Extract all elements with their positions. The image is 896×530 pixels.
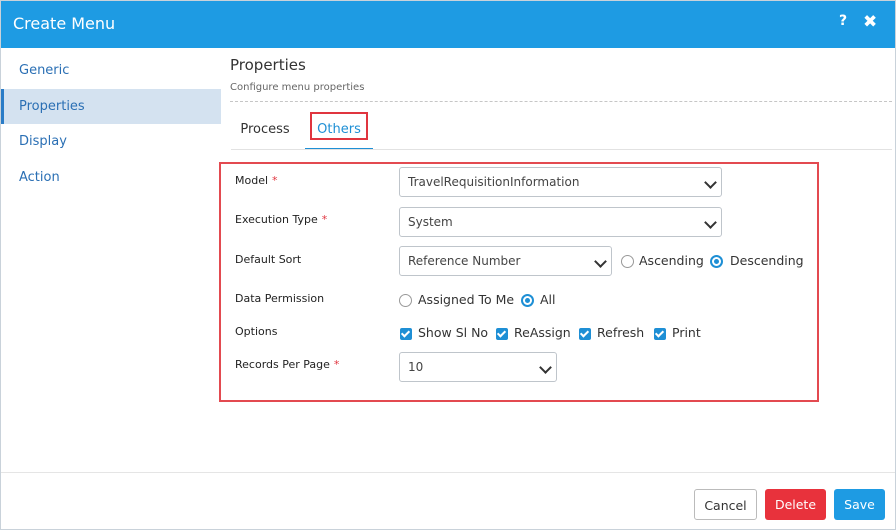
sidebar-item-generic[interactable]: Generic [1, 53, 221, 88]
tab-divider [231, 149, 892, 150]
required-marker: * [333, 358, 340, 371]
create-menu-dialog: Create Menu ? ✖ Generic Properties Displ… [0, 0, 896, 530]
tab-others[interactable]: Others [305, 111, 373, 150]
dialog-title: Create Menu [13, 14, 116, 33]
close-icon[interactable]: ✖ [863, 12, 877, 32]
model-label: Model * [235, 174, 278, 187]
assigned-to-me-label: Assigned To Me [418, 292, 515, 307]
section-subtitle: Configure menu properties [230, 82, 365, 93]
execution-type-label: Execution Type * [235, 213, 328, 226]
sidebar-item-action[interactable]: Action [1, 160, 221, 195]
refresh-checkbox[interactable] [579, 328, 591, 340]
help-icon[interactable]: ? [839, 13, 847, 29]
show-sl-no-checkbox[interactable] [400, 328, 412, 340]
section-divider [230, 101, 892, 102]
records-per-page-label: Records Per Page * [235, 358, 340, 371]
data-permission-label: Data Permission [235, 292, 325, 305]
print-label: Print [672, 325, 701, 340]
required-marker: * [272, 174, 278, 187]
sidebar: Generic Properties Display Action [1, 48, 221, 472]
chevron-down-icon [704, 176, 717, 189]
show-sl-no-label: Show Sl No [418, 325, 489, 340]
cancel-button[interactable]: Cancel [694, 489, 757, 520]
chevron-down-icon [704, 216, 717, 229]
records-per-page-select[interactable]: 10 [399, 352, 557, 382]
ascending-label: Ascending [639, 253, 704, 268]
footer-divider [1, 472, 895, 473]
reassign-checkbox[interactable] [496, 328, 508, 340]
tab-process[interactable]: Process [231, 111, 299, 149]
save-button[interactable]: Save [834, 489, 885, 520]
all-radio[interactable] [521, 294, 534, 307]
default-sort-select[interactable]: Reference Number [399, 246, 612, 276]
required-marker: * [321, 213, 328, 226]
delete-button[interactable]: Delete [765, 489, 826, 520]
all-label: All [540, 292, 556, 307]
sidebar-item-display[interactable]: Display [1, 124, 221, 159]
print-checkbox[interactable] [654, 328, 666, 340]
dialog-header: Create Menu ? ✖ [1, 1, 895, 48]
descending-label: Descending [730, 253, 804, 268]
sidebar-item-properties[interactable]: Properties [1, 89, 221, 124]
reassign-label: ReAssign [514, 325, 571, 340]
section-title: Properties [230, 56, 306, 74]
model-select[interactable]: TravelRequisitionInformation [399, 167, 722, 197]
execution-type-select[interactable]: System [399, 207, 722, 237]
ascending-radio[interactable] [621, 255, 634, 268]
descending-radio[interactable] [710, 255, 723, 268]
refresh-label: Refresh [597, 325, 645, 340]
assigned-to-me-radio[interactable] [399, 294, 412, 307]
options-label: Options [235, 325, 278, 338]
chevron-down-icon [594, 255, 607, 268]
default-sort-label: Default Sort [235, 253, 302, 266]
chevron-down-icon [539, 361, 552, 374]
